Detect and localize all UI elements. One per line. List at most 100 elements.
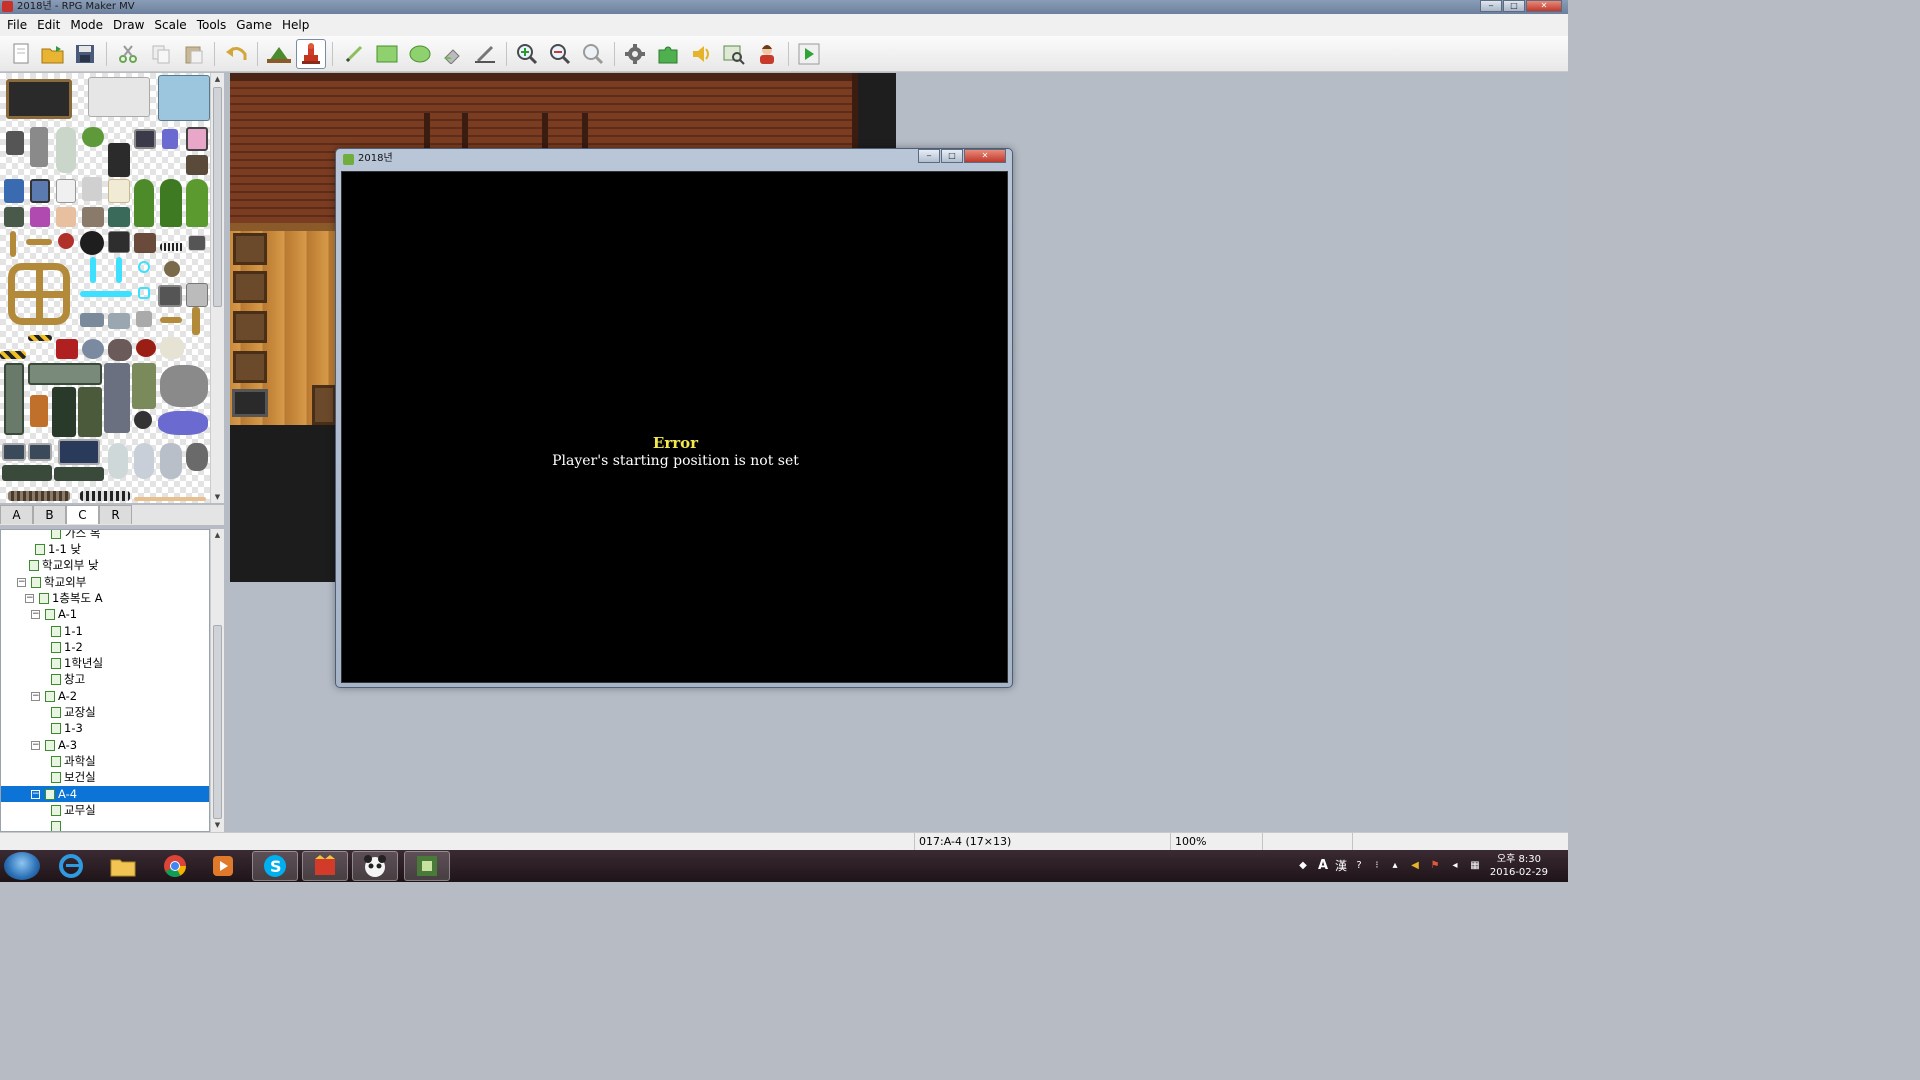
tree-row[interactable]: 1-1 — [1, 623, 209, 639]
help-icon[interactable]: ? — [1352, 859, 1366, 873]
object-tile[interactable] — [108, 207, 130, 227]
media-player-icon[interactable] — [200, 851, 246, 881]
file-explorer-icon[interactable] — [100, 851, 146, 881]
playtest-icon[interactable] — [794, 39, 824, 69]
skype-icon[interactable]: S — [252, 851, 298, 881]
object-tile[interactable] — [4, 207, 24, 227]
rubble-tile[interactable] — [160, 365, 208, 407]
plant-tile[interactable] — [160, 179, 182, 227]
machine-tile[interactable] — [104, 363, 130, 433]
tab-a[interactable]: A — [0, 505, 33, 524]
chrome-icon[interactable] — [152, 851, 198, 881]
object-tile[interactable] — [136, 311, 152, 327]
object-tile[interactable] — [134, 443, 154, 479]
scrollbar-thumb[interactable] — [213, 625, 222, 819]
laser-tile[interactable] — [116, 257, 122, 283]
object-tile[interactable] — [186, 443, 208, 471]
rubble-tile[interactable] — [108, 339, 132, 361]
scroll-down-icon[interactable]: ▼ — [211, 819, 224, 831]
monitor-tile[interactable] — [134, 129, 156, 149]
object-tile[interactable] — [56, 179, 76, 203]
object-tile[interactable] — [108, 179, 130, 203]
tree-row[interactable]: 1-3 — [1, 720, 209, 736]
copy-icon[interactable] — [146, 39, 176, 69]
menu-file[interactable]: File — [2, 14, 32, 36]
tree-row[interactable]: − 1층복도 A — [1, 590, 209, 606]
tree-row[interactable]: − 학교외부 — [1, 574, 209, 590]
shadow-pen-icon[interactable] — [470, 39, 500, 69]
game-window-icon[interactable] — [404, 851, 450, 881]
rectangle-icon[interactable] — [372, 39, 402, 69]
tileset-palette[interactable] — [0, 73, 210, 503]
object-tile[interactable] — [4, 179, 24, 203]
tree-row[interactable]: 1-1 낮 — [1, 541, 209, 557]
tree-row[interactable]: 과학실 — [1, 753, 209, 769]
object-tile[interactable] — [30, 395, 48, 427]
pipe-tile[interactable] — [192, 307, 200, 335]
object-tile[interactable] — [82, 339, 104, 359]
object-tile[interactable] — [56, 339, 78, 359]
show-hidden-icons[interactable]: ▴ — [1388, 859, 1402, 873]
menu-tools[interactable]: Tools — [192, 14, 232, 36]
tree-row[interactable]: − A-3 — [1, 737, 209, 753]
collapse-toggle-icon[interactable]: − — [31, 789, 40, 799]
object-tile[interactable] — [186, 283, 208, 307]
floor-tile[interactable] — [8, 491, 70, 501]
object-tile[interactable] — [134, 233, 156, 253]
object-tile[interactable] — [30, 179, 50, 203]
chalkboard-tile[interactable] — [6, 79, 72, 119]
laser-node-tile[interactable] — [138, 287, 150, 299]
pencil-icon[interactable] — [339, 39, 369, 69]
undo-icon[interactable] — [221, 39, 251, 69]
network-icon[interactable]: ◆ — [1296, 859, 1310, 873]
tab-r[interactable]: R — [99, 505, 132, 524]
grate-tile[interactable] — [186, 155, 208, 175]
character-generator-icon[interactable] — [752, 39, 782, 69]
object-tile[interactable] — [108, 231, 130, 253]
ime-hanja-indicator[interactable]: 漢 — [1334, 859, 1348, 873]
object-tile[interactable] — [108, 443, 128, 479]
paste-icon[interactable] — [179, 39, 209, 69]
bed-tile[interactable] — [88, 77, 150, 117]
object-tile[interactable] — [82, 177, 102, 201]
event-mode-icon[interactable] — [296, 39, 326, 69]
map-mode-icon[interactable] — [264, 39, 294, 69]
machine-tile[interactable] — [28, 363, 102, 385]
laser-tile[interactable] — [90, 257, 96, 283]
menu-scale[interactable]: Scale — [149, 14, 191, 36]
object-tile[interactable] — [160, 443, 182, 479]
close-button[interactable]: ✕ — [964, 149, 1006, 163]
monitor-tile[interactable] — [28, 443, 52, 461]
event-searcher-icon[interactable] — [719, 39, 749, 69]
object-tile[interactable] — [56, 207, 76, 227]
object-tile[interactable] — [134, 497, 206, 501]
keyboard-tile[interactable] — [160, 243, 184, 251]
pipe-tile[interactable] — [26, 239, 52, 245]
save-project-icon[interactable] — [70, 39, 100, 69]
railing-tile[interactable] — [80, 491, 130, 501]
plant-tile[interactable] — [134, 179, 154, 227]
minimize-button[interactable]: ‒ — [918, 149, 940, 163]
tree-row[interactable] — [1, 818, 209, 831]
object-tile[interactable] — [164, 261, 180, 277]
tree-row[interactable]: − A-1 — [1, 606, 209, 622]
map-tree-scrollbar[interactable]: ▲ ▼ — [210, 529, 224, 832]
locker-tile[interactable] — [158, 75, 210, 121]
tileset-scrollbar[interactable]: ▲ ▼ — [210, 73, 224, 503]
object-tile[interactable] — [188, 235, 206, 251]
tree-row[interactable]: 교장실 — [1, 704, 209, 720]
machine-tile[interactable] — [132, 363, 156, 409]
new-project-icon[interactable] — [6, 39, 36, 69]
panel-tile[interactable] — [108, 313, 130, 329]
panel-tile[interactable] — [54, 467, 104, 481]
scroll-up-icon[interactable]: ▲ — [211, 73, 224, 85]
object-tile[interactable] — [80, 231, 104, 255]
tree-row[interactable]: 창고 — [1, 671, 209, 687]
action-center-icon[interactable]: ⚑ — [1428, 859, 1442, 873]
menu-help[interactable]: Help — [277, 14, 314, 36]
start-button[interactable] — [4, 852, 40, 880]
monitor-tile[interactable] — [2, 443, 26, 461]
cut-icon[interactable] — [113, 39, 143, 69]
server-rack-tile[interactable] — [52, 387, 76, 437]
object-tile[interactable] — [158, 285, 182, 307]
